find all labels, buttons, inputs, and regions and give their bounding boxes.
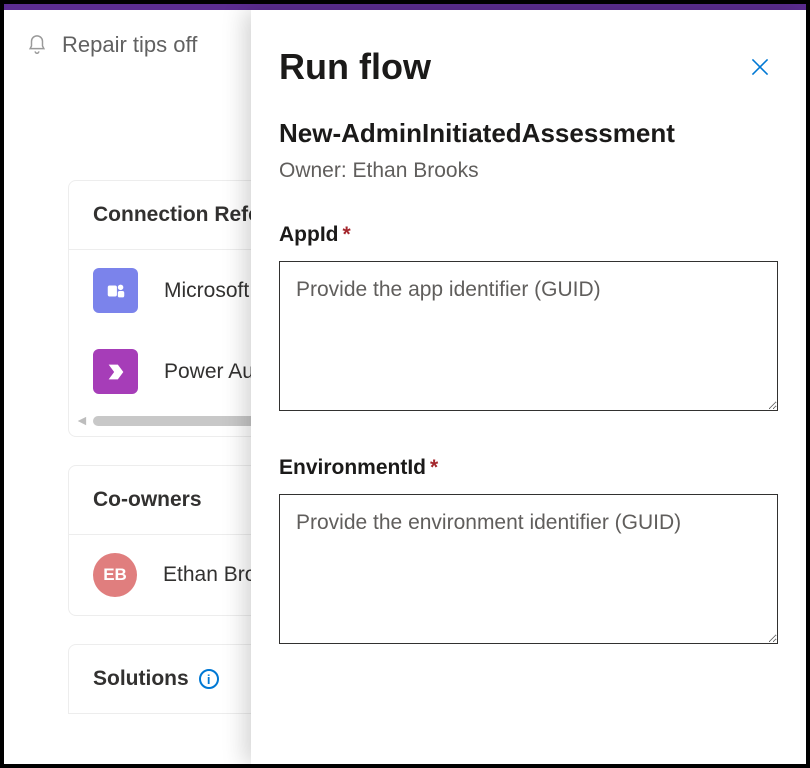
field-appid: AppId* — [279, 223, 778, 416]
info-icon[interactable]: i — [199, 669, 219, 689]
owner-prefix: Owner: — [279, 159, 353, 182]
owner-name: Ethan Brooks — [353, 159, 479, 182]
avatar: EB — [93, 553, 137, 597]
repair-tips-label: Repair tips off — [62, 32, 197, 58]
appid-input[interactable] — [279, 261, 778, 411]
close-icon — [747, 54, 773, 80]
close-button[interactable] — [742, 49, 778, 85]
bell-icon — [26, 34, 48, 56]
environmentid-label: EnvironmentId — [279, 456, 426, 479]
flow-name: New-AdminInitiatedAssessment — [279, 118, 778, 149]
teams-icon — [93, 268, 138, 313]
solutions-title: Solutions — [93, 667, 189, 691]
power-automate-icon — [93, 349, 138, 394]
flow-owner: Owner: Ethan Brooks — [279, 159, 778, 183]
scroll-left-arrow-icon[interactable]: ◄ — [75, 412, 89, 428]
panel-title: Run flow — [279, 46, 431, 88]
required-indicator: * — [430, 456, 438, 479]
required-indicator: * — [342, 223, 350, 246]
run-flow-panel: Run flow New-AdminInitiatedAssessment Ow… — [251, 10, 806, 764]
field-environmentid: EnvironmentId* — [279, 456, 778, 649]
appid-label: AppId — [279, 223, 338, 246]
environmentid-input[interactable] — [279, 494, 778, 644]
